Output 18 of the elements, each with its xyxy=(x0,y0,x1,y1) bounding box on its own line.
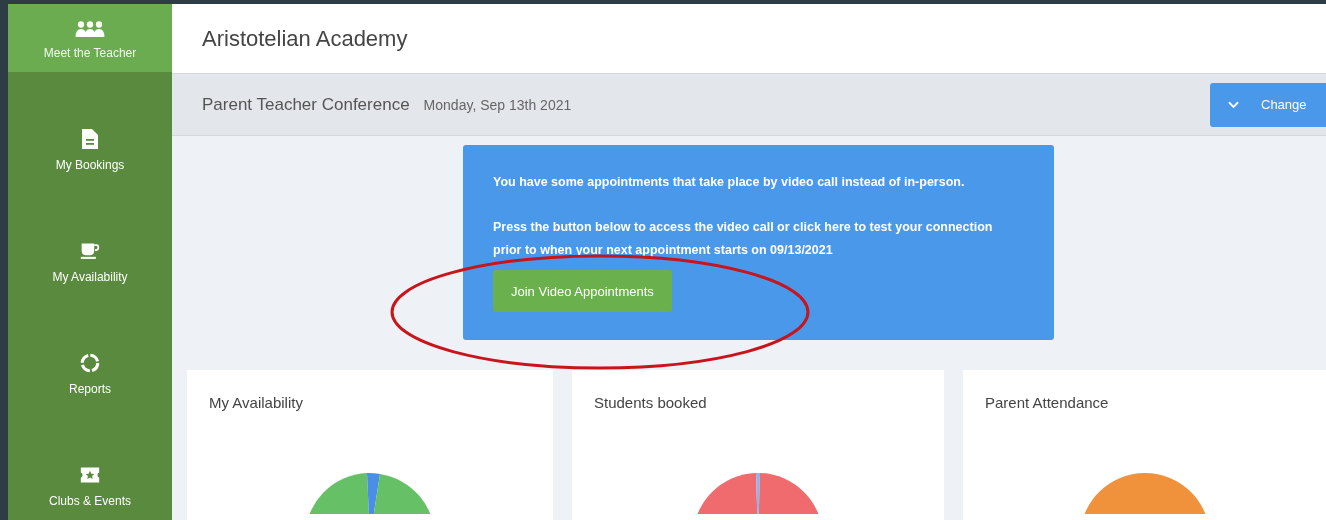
notice-text: You have some appointments that take place by video call instead of in-person. xyxy=(493,174,966,191)
card-title: My Availability xyxy=(208,393,304,411)
change-button[interactable]: Change xyxy=(1210,82,1326,127)
join-video-button[interactable]: Join Video Appointments xyxy=(493,270,672,312)
sidebar-item[interactable]: My Availability xyxy=(8,183,172,296)
event-date: Monday, Sep 13th 2021 xyxy=(423,96,572,113)
card-title: Students booked xyxy=(593,393,708,411)
people-icon xyxy=(73,19,107,38)
sidebar-item[interactable]: Reports xyxy=(8,295,172,408)
sidebar-item[interactable]: Meet the Teacher xyxy=(8,4,172,72)
sidebar-item[interactable]: Clubs & Events xyxy=(8,408,172,520)
ring-icon xyxy=(80,352,100,374)
document-icon xyxy=(80,127,100,150)
event-title: Parent Teacher Conference xyxy=(202,94,410,115)
chevron-down-icon xyxy=(1228,100,1239,109)
school-name: Aristotelian Academy xyxy=(202,25,408,52)
card-title: Parent Attendance xyxy=(984,393,1110,411)
sidebar-item[interactable]: My Bookings xyxy=(8,71,172,184)
